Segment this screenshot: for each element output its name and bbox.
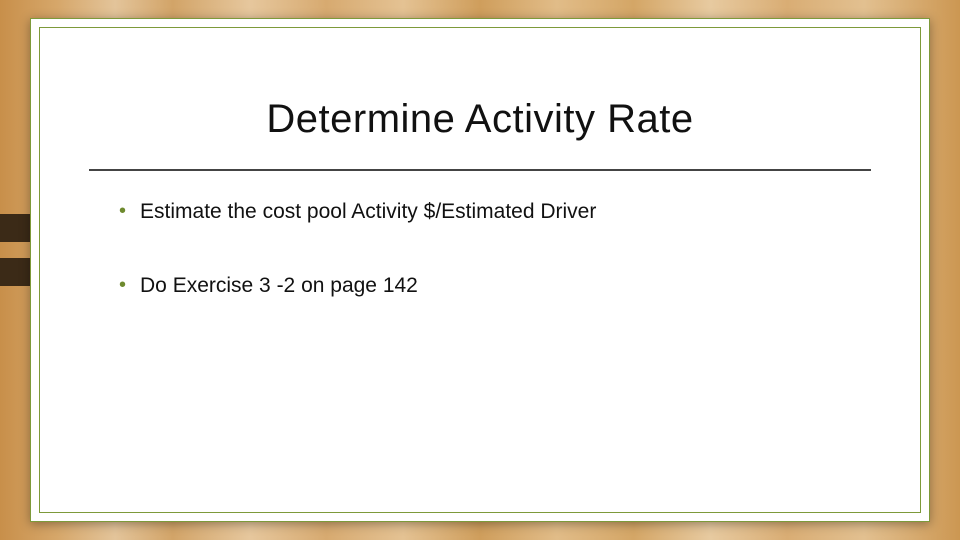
bullet-list: • Estimate the cost pool Activity $/Esti… — [119, 199, 869, 347]
bullet-icon: • — [119, 273, 126, 297]
bullet-icon: • — [119, 199, 126, 223]
title-underline — [89, 169, 871, 171]
list-item: • Do Exercise 3 -2 on page 142 — [119, 273, 869, 299]
list-item-text: Do Exercise 3 -2 on page 142 — [140, 273, 418, 299]
slide-card: Determine Activity Rate • Estimate the c… — [30, 18, 930, 522]
list-item: • Estimate the cost pool Activity $/Esti… — [119, 199, 869, 225]
slide-background: Determine Activity Rate • Estimate the c… — [0, 0, 960, 540]
list-item-text: Estimate the cost pool Activity $/Estima… — [140, 199, 596, 225]
slide-title: Determine Activity Rate — [31, 97, 929, 142]
